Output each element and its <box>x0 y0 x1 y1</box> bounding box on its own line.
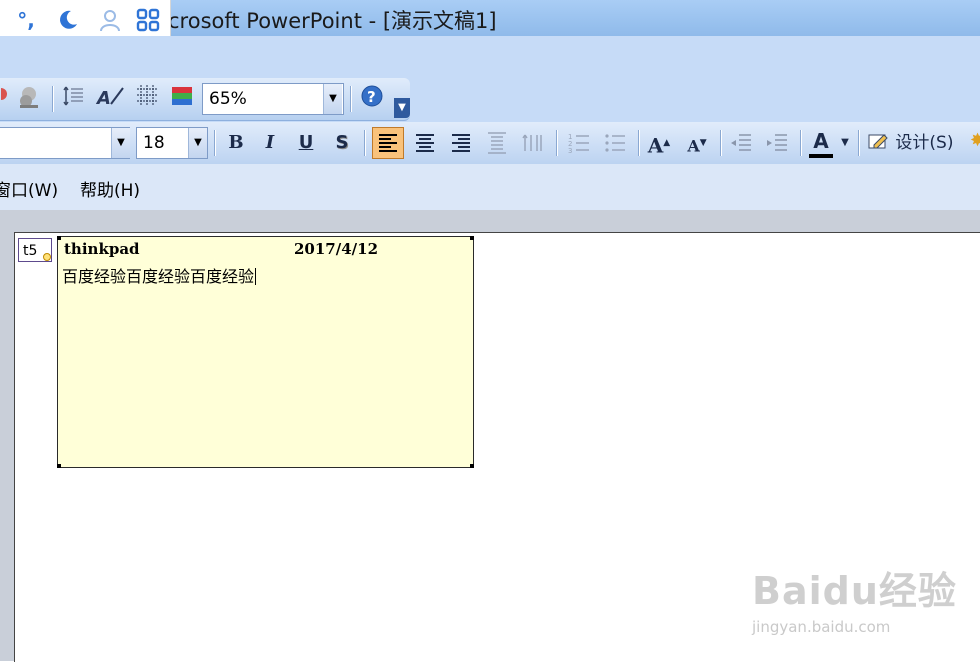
numbered-list-icon[interactable]: 123 <box>564 128 594 158</box>
color-icon[interactable] <box>0 84 10 114</box>
toolbar-separator <box>214 130 215 156</box>
svg-text:?: ? <box>367 88 376 106</box>
baidu-watermark-url: jingyan.baidu.com <box>752 618 891 636</box>
menu-window[interactable]: 窗口(W) <box>0 176 58 201</box>
svg-text:A: A <box>95 88 111 108</box>
chevron-down-icon[interactable]: ▼ <box>111 128 130 158</box>
user-icon[interactable] <box>98 8 122 32</box>
help-icon[interactable]: ? <box>358 84 386 114</box>
comment-author: thinkpad <box>64 240 140 258</box>
toolbar-separator <box>858 130 859 156</box>
text-direction-icon[interactable]: A <box>94 84 126 114</box>
align-left-button[interactable] <box>372 127 404 159</box>
design-button[interactable]: 设计(S) <box>868 128 968 158</box>
underline-button[interactable]: U <box>292 128 320 158</box>
zoom-combo[interactable]: 65% ▼ <box>202 83 344 115</box>
shadow-button[interactable]: S <box>328 128 356 158</box>
shrink-font-label: A <box>687 136 700 156</box>
comment-body: 百度经验百度经验百度经验 <box>62 267 255 286</box>
toolbar-separator <box>364 130 365 156</box>
formatting-toolbar: ▼ 18 ▼ B I U S 123 A▲ A▼ A ▼ 设计(S) ✸ <box>0 122 980 165</box>
comment-text-field[interactable]: 百度经验百度经验百度经验 <box>62 263 257 287</box>
comment-date: 2017/4/12 <box>294 240 379 258</box>
font-name-combo[interactable]: ▼ <box>0 127 130 159</box>
distribute-vertical-icon[interactable] <box>482 128 512 158</box>
chevron-down-icon[interactable]: ▼ <box>188 128 207 158</box>
svg-text:3: 3 <box>568 147 572 155</box>
resize-handle[interactable] <box>470 236 474 240</box>
design-icon <box>868 134 888 149</box>
chevron-down-icon[interactable]: ▼ <box>838 128 852 158</box>
workspace-left-border <box>0 232 14 661</box>
show-grid-icon[interactable] <box>134 84 160 114</box>
toolbar-separator <box>638 130 639 156</box>
resize-handle[interactable] <box>470 464 474 468</box>
comment-note[interactable]: thinkpad 2017/4/12 百度经验百度经验百度经验 <box>57 236 474 468</box>
font-size-combo[interactable]: 18 ▼ <box>136 127 208 159</box>
comment-marker-dot <box>43 253 51 261</box>
align-right-button[interactable] <box>446 128 476 158</box>
font-color-button[interactable]: A <box>806 126 836 158</box>
sparkle-icon[interactable]: ✸ <box>970 126 980 156</box>
toolbar-separator <box>556 130 557 156</box>
font-size-value: 18 <box>143 133 165 153</box>
grow-font-button[interactable]: A▲ <box>644 128 674 158</box>
text-caret <box>255 268 257 285</box>
align-center-button[interactable] <box>410 128 440 158</box>
design-label: 设计(S) <box>895 133 954 153</box>
toolbar-separator <box>720 130 721 156</box>
toolbar-overflow-icon[interactable]: ▼ <box>394 98 410 118</box>
window-title: crosoft PowerPoint - [演示文稿1] <box>168 9 497 33</box>
baidu-watermark-logo: Baidu经验 <box>752 569 957 613</box>
menu-bar: 窗口(W) 帮助(H) <box>0 164 980 211</box>
toolbar-separator <box>350 86 351 112</box>
expand-icon[interactable] <box>60 84 88 114</box>
bulleted-list-icon[interactable] <box>600 128 630 158</box>
shrink-font-button[interactable]: A▼ <box>682 128 712 158</box>
increase-indent-icon[interactable] <box>762 128 792 158</box>
chevron-down-icon[interactable]: ▼ <box>323 84 342 114</box>
degree-comma-icon[interactable]: °, <box>14 8 38 32</box>
toolbar-separator <box>800 130 801 156</box>
bold-button[interactable]: B <box>222 128 250 158</box>
grow-font-label: A <box>647 133 664 158</box>
color-scheme-icon[interactable] <box>168 84 196 114</box>
column-spacing-icon[interactable] <box>518 128 548 158</box>
standard-toolbar: A 65% ▼ ? ▼ <box>0 78 410 121</box>
menu-help[interactable]: 帮助(H) <box>80 176 140 201</box>
font-color-label: A <box>813 129 829 153</box>
decrease-indent-icon[interactable] <box>726 128 756 158</box>
chart-icon[interactable] <box>14 84 44 114</box>
workspace-header-gap <box>0 210 980 232</box>
moon-icon[interactable] <box>56 8 80 32</box>
toolbar-separator <box>52 86 53 112</box>
italic-button[interactable]: I <box>256 128 284 158</box>
resize-handle[interactable] <box>57 464 61 468</box>
grid-icon[interactable] <box>136 8 160 32</box>
resize-handle[interactable] <box>57 236 61 240</box>
zoom-value: 65% <box>209 89 247 109</box>
